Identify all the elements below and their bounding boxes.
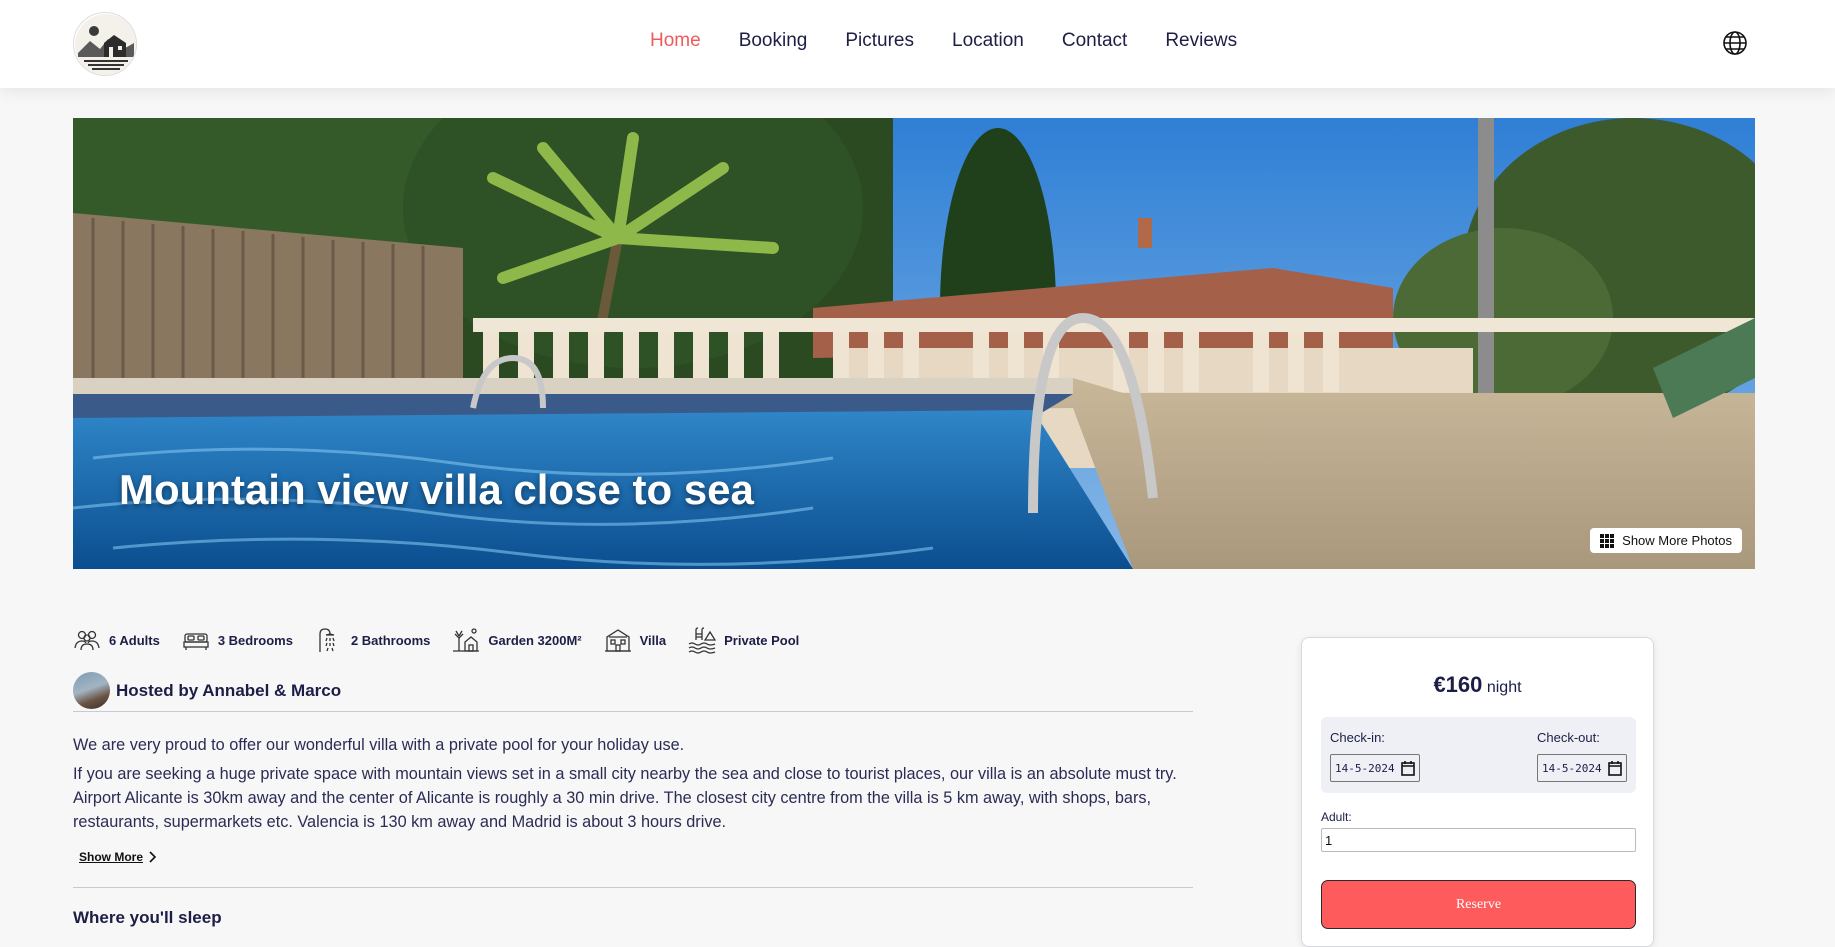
main-nav: Home Booking Pictures Location Contact R… bbox=[650, 30, 1237, 52]
shower-icon bbox=[319, 628, 335, 652]
checkout-value: 14-5-2024 bbox=[1542, 761, 1602, 775]
villa-icon bbox=[604, 629, 631, 652]
feature-label: Villa bbox=[639, 632, 667, 648]
top-navigation-bar: Home Booking Pictures Location Contact R… bbox=[0, 0, 1835, 88]
host-avatar bbox=[73, 672, 110, 709]
garden-icon bbox=[453, 628, 480, 652]
show-more-link[interactable]: Show More bbox=[79, 850, 157, 864]
feature-villa: Villa bbox=[604, 626, 667, 654]
hero-photo[interactable]: Mountain view villa close to sea Show Mo… bbox=[73, 118, 1755, 569]
where-you-sleep-heading: Where you'll sleep bbox=[73, 908, 222, 927]
feature-label: 6 Adults bbox=[109, 632, 160, 648]
feature-label: 2 Bathrooms bbox=[350, 632, 431, 648]
feature-label: Garden 3200M² bbox=[488, 632, 582, 648]
date-selector: Check-in: Check-out: 14-5-2024 14-5-2024 bbox=[1321, 717, 1636, 793]
adult-count-input[interactable] bbox=[1321, 828, 1636, 852]
adult-label: Adult: bbox=[1321, 810, 1352, 824]
calendar-icon bbox=[1400, 760, 1415, 776]
divider bbox=[73, 887, 1193, 888]
property-features: 6 Adults 3 Bedrooms 2 Bathrooms Garden 3… bbox=[73, 626, 799, 654]
bed-icon bbox=[183, 633, 209, 650]
calendar-icon bbox=[1607, 760, 1622, 776]
hero-title: Mountain view villa close to sea bbox=[119, 466, 754, 513]
show-more-label: Show More bbox=[79, 850, 144, 864]
nav-booking[interactable]: Booking bbox=[739, 30, 808, 52]
host-label: Hosted by Annabel & Marco bbox=[116, 680, 342, 700]
grid-icon bbox=[1600, 533, 1615, 548]
language-globe-icon[interactable] bbox=[1722, 30, 1748, 56]
chevron-right-icon bbox=[149, 851, 157, 863]
description-paragraph-1: We are very proud to offer our wonderful… bbox=[73, 736, 685, 754]
booking-card: €160 night Check-in: Check-out: 14-5-202… bbox=[1301, 637, 1654, 947]
checkout-date-input[interactable]: 14-5-2024 bbox=[1537, 754, 1627, 782]
host-info: Hosted by Annabel & Marco bbox=[73, 672, 341, 709]
nav-home[interactable]: Home bbox=[650, 30, 701, 52]
checkin-value: 14-5-2024 bbox=[1335, 761, 1395, 775]
divider bbox=[73, 711, 1193, 712]
nav-location[interactable]: Location bbox=[952, 30, 1024, 52]
show-more-photos-label: Show More Photos bbox=[1622, 533, 1732, 548]
villa-logo[interactable] bbox=[73, 12, 137, 76]
description-paragraph-2: If you are seeking a huge private space … bbox=[73, 765, 1177, 831]
feature-bedrooms: 3 Bedrooms bbox=[182, 626, 293, 654]
feature-label: 3 Bedrooms bbox=[217, 632, 293, 648]
price-display: €160 night bbox=[1302, 672, 1653, 698]
feature-adults: 6 Adults bbox=[73, 626, 160, 654]
people-icon bbox=[74, 630, 100, 651]
feature-private-pool: Private Pool bbox=[688, 626, 799, 654]
checkin-label: Check-in: bbox=[1330, 730, 1385, 745]
price-unit: night bbox=[1486, 679, 1522, 696]
price-amount: €160 bbox=[1433, 672, 1483, 697]
nav-contact[interactable]: Contact bbox=[1062, 30, 1127, 52]
nav-pictures[interactable]: Pictures bbox=[845, 30, 914, 52]
property-description: We are very proud to offer our wonderful… bbox=[73, 733, 1193, 839]
feature-bathrooms: 2 Bathrooms bbox=[315, 626, 430, 654]
show-more-photos-button[interactable]: Show More Photos bbox=[1590, 528, 1742, 553]
feature-label: Private Pool bbox=[724, 632, 800, 648]
checkout-label: Check-out: bbox=[1537, 730, 1600, 745]
pool-icon bbox=[688, 627, 717, 654]
reserve-button[interactable]: Reserve bbox=[1321, 880, 1636, 929]
checkin-date-input[interactable]: 14-5-2024 bbox=[1330, 754, 1420, 782]
nav-reviews[interactable]: Reviews bbox=[1165, 30, 1237, 52]
feature-garden: Garden 3200M² bbox=[452, 626, 582, 654]
